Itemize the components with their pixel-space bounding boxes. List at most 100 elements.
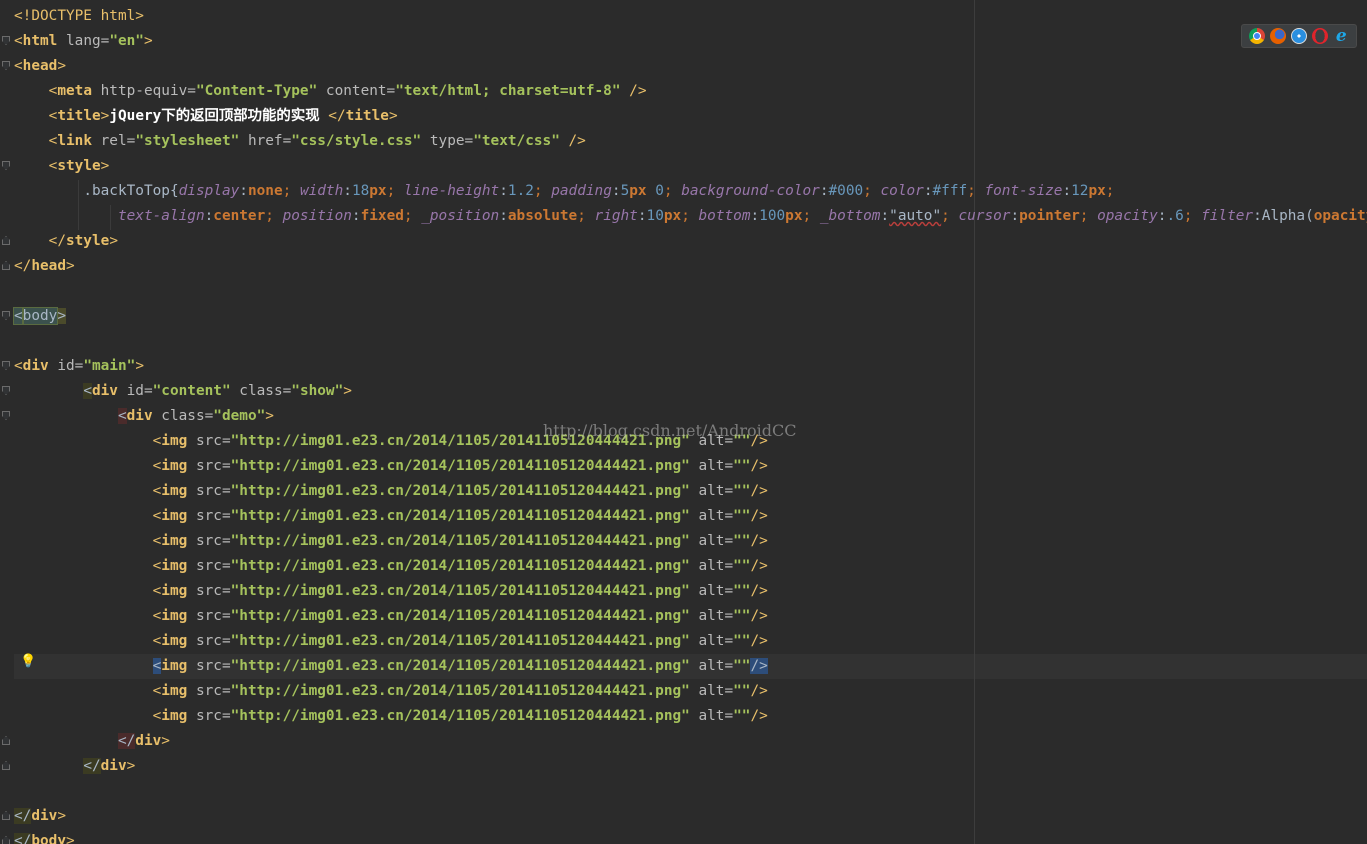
code-line[interactable]: </div> xyxy=(14,729,1367,754)
code-token: display xyxy=(178,183,240,199)
code-line[interactable]: </div> xyxy=(14,754,1367,779)
code-token: "http://img01.e23.cn/2014/1105/201411051… xyxy=(230,508,690,524)
code-line[interactable]: <head> xyxy=(14,54,1367,79)
code-line[interactable]: <img src="http://img01.e23.cn/2014/1105/… xyxy=(14,679,1367,704)
code-token: "auto" xyxy=(889,208,942,224)
code-token: cursor xyxy=(958,208,1011,224)
code-line[interactable] xyxy=(14,779,1367,804)
code-token: /> xyxy=(750,508,768,524)
safari-icon[interactable] xyxy=(1290,28,1307,44)
code-line[interactable]: </style> xyxy=(14,229,1367,254)
code-line[interactable]: .backToTop{display:none; width:18px; lin… xyxy=(14,179,1367,204)
code-token: line-height xyxy=(403,183,500,199)
code-token: class= xyxy=(230,383,292,399)
code-token: : xyxy=(880,208,890,224)
code-token: src= xyxy=(187,508,231,524)
code-line[interactable]: <style> xyxy=(14,154,1367,179)
fold-marker-icon[interactable] xyxy=(2,236,10,245)
code-token: img xyxy=(161,433,188,449)
code-line[interactable]: text-align:center; position:fixed; _posi… xyxy=(14,204,1367,229)
code-token: img xyxy=(161,608,188,624)
code-token: > xyxy=(135,358,144,374)
code-token: link xyxy=(57,133,92,149)
code-token: img xyxy=(161,483,188,499)
code-token: ; xyxy=(265,208,283,224)
fold-marker-icon[interactable] xyxy=(2,811,10,820)
code-token: ; xyxy=(681,208,699,224)
code-token: font-size xyxy=(984,183,1063,199)
lightbulb-icon[interactable]: 💡 xyxy=(20,654,36,670)
code-line[interactable]: <body> xyxy=(13,304,1367,329)
code-line[interactable]: <img src="http://img01.e23.cn/2014/1105/… xyxy=(14,704,1367,729)
code-line[interactable]: <title>jQuery下的返回顶部功能的实现 </title> xyxy=(14,104,1367,129)
code-token: > xyxy=(109,233,118,249)
code-line[interactable]: <img src="http://img01.e23.cn/2014/1105/… xyxy=(14,504,1367,529)
code-token: img xyxy=(161,558,188,574)
fold-marker-icon[interactable] xyxy=(2,761,10,770)
code-line[interactable]: <img src="http://img01.e23.cn/2014/1105/… xyxy=(14,579,1367,604)
code-token: img xyxy=(161,583,188,599)
code-token: img xyxy=(161,533,188,549)
code-line[interactable]: <img src="http://img01.e23.cn/2014/1105/… xyxy=(14,479,1367,504)
code-token: src= xyxy=(187,658,231,674)
code-token: > xyxy=(135,8,144,24)
code-line[interactable]: <!DOCTYPE html> xyxy=(14,4,1367,29)
code-line[interactable]: <meta http-equiv="Content-Type" content=… xyxy=(14,79,1367,104)
code-token: > xyxy=(343,383,352,399)
fold-marker-icon[interactable] xyxy=(2,736,10,745)
code-token: { xyxy=(169,183,179,199)
code-line[interactable]: <img src="http://img01.e23.cn/2014/1105/… xyxy=(14,454,1367,479)
code-token: : xyxy=(750,208,760,224)
code-token: id= xyxy=(117,383,153,399)
fold-marker-icon[interactable] xyxy=(2,161,10,170)
code-token: : xyxy=(923,183,933,199)
code-token: src= xyxy=(187,433,231,449)
code-token: src= xyxy=(187,683,231,699)
fold-marker-icon[interactable] xyxy=(2,261,10,270)
code-token: "" xyxy=(733,708,751,724)
code-token: src= xyxy=(187,583,231,599)
code-line[interactable]: </head> xyxy=(14,254,1367,279)
code-line[interactable]: <img src="http://img01.e23.cn/2014/1105/… xyxy=(14,604,1367,629)
code-token: /> xyxy=(750,533,768,549)
code-token: > xyxy=(57,308,66,324)
code-token: "http://img01.e23.cn/2014/1105/201411051… xyxy=(230,483,690,499)
firefox-icon[interactable] xyxy=(1269,28,1286,44)
code-token: </ xyxy=(83,758,101,774)
code-line[interactable]: </div> xyxy=(14,804,1367,829)
fold-marker-icon[interactable] xyxy=(2,361,10,370)
code-token: : xyxy=(637,208,647,224)
ie-icon[interactable]: e xyxy=(1333,28,1349,45)
fold-marker-icon[interactable] xyxy=(2,411,10,420)
code-token: 10 xyxy=(646,208,664,224)
code-line[interactable]: <link rel="stylesheet" href="css/style.c… xyxy=(14,129,1367,154)
code-editor[interactable]: <!DOCTYPE html> <html lang="en"> <head> <m… xyxy=(0,0,1367,844)
code-token: html xyxy=(100,8,136,24)
code-line[interactable]: <img src="http://img01.e23.cn/2014/1105/… xyxy=(14,554,1367,579)
chrome-icon[interactable] xyxy=(1248,28,1265,44)
fold-marker-icon[interactable] xyxy=(2,36,10,45)
code-token: "css/style.css" xyxy=(291,133,422,149)
opera-icon[interactable] xyxy=(1312,28,1329,44)
fold-marker-icon[interactable] xyxy=(2,61,10,70)
code-line[interactable]: <img src="http://img01.e23.cn/2014/1105/… xyxy=(14,529,1367,554)
fold-marker-icon[interactable] xyxy=(2,311,10,320)
fold-marker-icon[interactable] xyxy=(2,836,10,844)
code-line[interactable]: <div id="main"> xyxy=(14,354,1367,379)
fold-marker-icon[interactable] xyxy=(2,386,10,395)
code-token: "http://img01.e23.cn/2014/1105/201411051… xyxy=(230,633,690,649)
code-line[interactable] xyxy=(14,329,1367,354)
code-token: < xyxy=(152,483,162,499)
code-line[interactable] xyxy=(14,279,1367,304)
code-line[interactable]: <div id="content" class="show"> xyxy=(14,379,1367,404)
code-line[interactable]: <img src="http://img01.e23.cn/2014/1105/… xyxy=(14,654,1367,679)
code-line[interactable]: <img src="http://img01.e23.cn/2014/1105/… xyxy=(14,629,1367,654)
code-line[interactable]: <html lang="en"> xyxy=(14,29,1367,54)
code-line[interactable]: </body> xyxy=(14,829,1367,844)
code-token: 100 xyxy=(759,208,786,224)
